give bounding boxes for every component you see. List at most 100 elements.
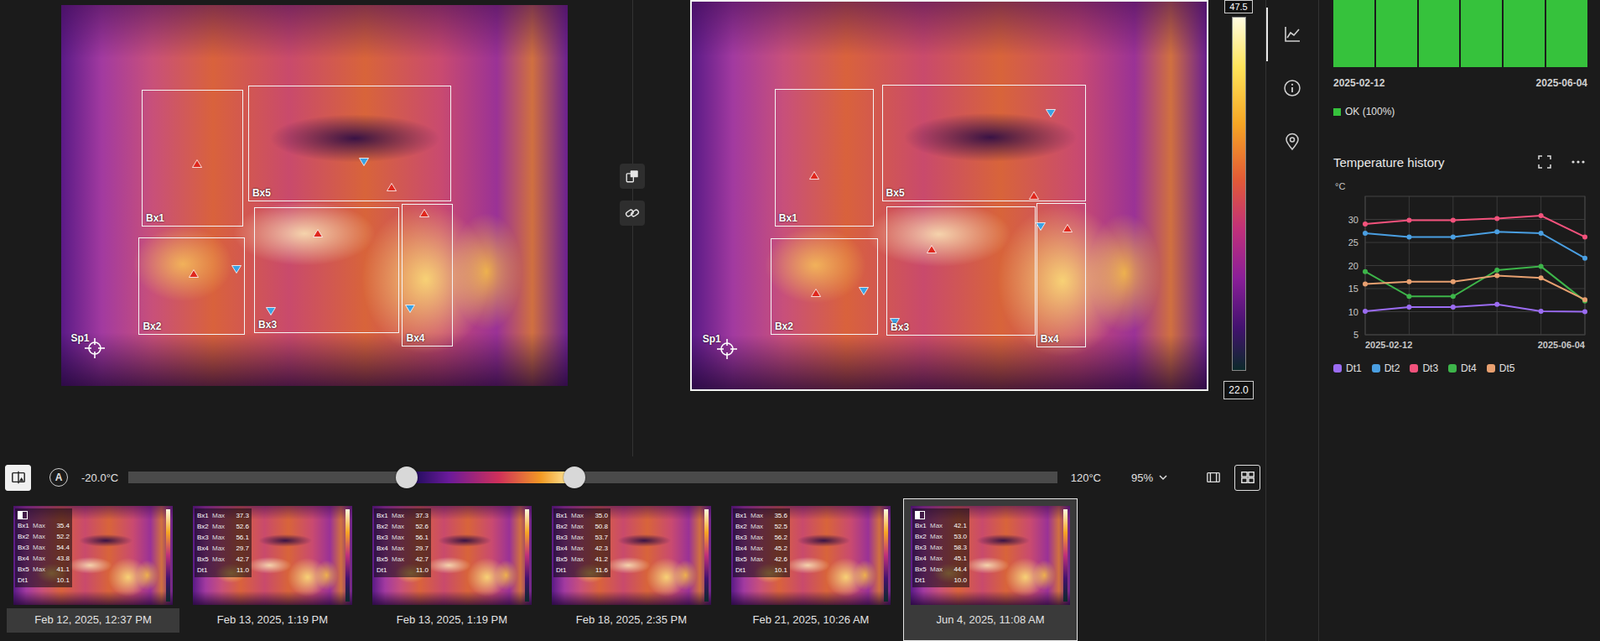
status-bar[interactable] [1503, 0, 1545, 68]
scale-bar [1231, 16, 1247, 371]
thumbnail[interactable]: Bx1Max42.1Bx2Max53.0Bx3Max58.3Bx4Max45.1… [903, 498, 1078, 641]
data-point[interactable] [1538, 212, 1544, 219]
data-point[interactable] [1362, 281, 1368, 287]
scale-min[interactable]: 22.0 [1223, 380, 1253, 400]
thumbnail[interactable]: Bx1Max37.3Bx2Max52.6Bx3Max56.1Bx4Max29.7… [364, 498, 540, 641]
series [1362, 273, 1588, 303]
thumbnail-image: Bx1Max35.0Bx2Max50.8Bx3Max53.7Bx4Max42.3… [551, 505, 712, 605]
nav-item[interactable] [1266, 114, 1319, 169]
frame-icon [1205, 469, 1221, 485]
data-point[interactable] [1362, 230, 1368, 236]
status-bar[interactable] [1546, 0, 1588, 68]
measure-spot[interactable]: Sp1 [716, 337, 738, 360]
data-point[interactable] [1450, 279, 1456, 285]
opacity-select[interactable]: 95% [1127, 467, 1172, 488]
status-slot [1333, 0, 1375, 68]
nav-item[interactable] [1266, 61, 1319, 115]
auto-range-button[interactable]: A [49, 467, 68, 487]
measure-box[interactable]: Bx2 [138, 237, 245, 335]
status-slot [1460, 0, 1502, 68]
measure-box[interactable]: Bx5 [248, 85, 452, 202]
thermal-image[interactable]: Bx1 Bx2Bx3Bx4 Bx5 Sp1 [690, 0, 1209, 391]
series-line [1365, 275, 1585, 301]
measure-row: Dt111.0 [376, 564, 429, 576]
measure-table: Bx1Max35.6Bx2Max52.5Bx3Max56.2Bx4Max45.2… [732, 508, 790, 577]
view-button[interactable] [1234, 464, 1261, 491]
measure-row: Bx2Max52.6 [376, 520, 429, 532]
compare-icon [17, 510, 28, 520]
data-point[interactable] [1362, 308, 1368, 314]
nav-item[interactable] [1266, 7, 1319, 62]
data-point[interactable] [1538, 230, 1544, 236]
thumbnail[interactable]: Bx1Max35.6Bx2Max52.5Bx3Max56.2Bx4Max45.2… [723, 498, 899, 641]
measure-box[interactable]: Bx1 [141, 89, 244, 227]
slider-low-thumb[interactable] [395, 466, 418, 489]
hot-marker-icon [1028, 191, 1039, 200]
measure-box[interactable]: Bx5 [882, 84, 1086, 202]
data-point[interactable] [1582, 255, 1588, 261]
box-label: Bx5 [886, 187, 905, 199]
data-point[interactable] [1494, 301, 1500, 307]
cold-marker-icon [1035, 222, 1046, 231]
measure-box[interactable]: Bx3 [254, 207, 400, 333]
data-point[interactable] [1406, 279, 1412, 285]
data-point[interactable] [1538, 308, 1544, 314]
scale-max[interactable]: 47.5 [1224, 0, 1252, 14]
compare-toggle[interactable] [5, 464, 32, 491]
legend-item[interactable]: Dt4 [1448, 362, 1477, 375]
thermal-image[interactable]: Bx1 Bx2Bx3Bx4Bx5 Sp1 [61, 5, 568, 386]
legend-item[interactable]: Dt5 [1486, 362, 1516, 375]
expand-button[interactable] [1535, 152, 1554, 172]
data-point[interactable] [1406, 304, 1412, 310]
data-point[interactable] [1450, 218, 1456, 224]
data-point[interactable] [1406, 233, 1412, 239]
measure-box[interactable]: Bx3 [886, 206, 1035, 336]
status-bar[interactable] [1418, 0, 1460, 68]
view-button[interactable] [1200, 464, 1226, 491]
measure-box[interactable]: Bx4 [1036, 202, 1086, 347]
thumbnail[interactable]: Bx1Max35.4Bx2Max52.2Bx3Max54.4Bx4Max43.8… [5, 498, 181, 641]
hot-marker-icon [809, 171, 820, 180]
more-button[interactable] [1568, 152, 1588, 172]
measure-box[interactable]: Bx1 [774, 88, 875, 227]
history-header: Temperature history [1333, 150, 1588, 173]
compare-marker [914, 509, 967, 520]
measure-box[interactable]: Bx4 [401, 203, 453, 346]
data-point[interactable] [1582, 233, 1588, 239]
measure-box[interactable]: Bx2 [770, 238, 878, 335]
data-point[interactable] [1494, 215, 1500, 221]
data-point[interactable] [1494, 228, 1500, 234]
data-point[interactable] [1538, 275, 1544, 281]
image-viewer: Bx1Bx2Bx3Bx4Bx5Sp1Bx1Bx2Bx3Bx4Bx5Sp147.5… [0, 0, 1266, 457]
box-label: Bx1 [145, 212, 165, 224]
data-point[interactable] [1538, 264, 1544, 270]
data-point[interactable] [1362, 221, 1368, 227]
measure-spot[interactable]: Sp1 [83, 337, 106, 359]
data-point[interactable] [1494, 267, 1500, 273]
export-button[interactable] [619, 163, 645, 189]
status-bar[interactable] [1376, 0, 1418, 68]
data-point[interactable] [1406, 293, 1412, 299]
measure-row: Bx1Max37.3 [376, 509, 429, 521]
mini-color-scale [345, 509, 350, 602]
thumbnail[interactable]: Bx1Max37.3Bx2Max52.6Bx3Max56.1Bx4Max29.7… [185, 498, 360, 641]
status-bar[interactable] [1333, 0, 1375, 68]
data-point[interactable] [1362, 269, 1368, 275]
axis-end: 2025-06-04 [1536, 77, 1588, 89]
range-min: -20.0°C [81, 471, 119, 484]
legend-item[interactable]: Dt2 [1371, 362, 1401, 375]
data-point[interactable] [1406, 218, 1412, 224]
range-slider[interactable] [128, 465, 1057, 489]
data-point[interactable] [1582, 296, 1588, 302]
legend-item[interactable]: Dt3 [1409, 362, 1439, 375]
data-point[interactable] [1582, 309, 1588, 315]
link-button[interactable] [619, 200, 645, 226]
data-point[interactable] [1450, 233, 1456, 239]
data-point[interactable] [1450, 293, 1456, 299]
data-point[interactable] [1450, 304, 1456, 310]
status-bar[interactable] [1460, 0, 1502, 68]
legend-item[interactable]: Dt1 [1333, 362, 1362, 375]
thumbnail[interactable]: Bx1Max35.0Bx2Max50.8Bx3Max53.7Bx4Max42.3… [544, 498, 719, 641]
slider-high-thumb[interactable] [563, 466, 586, 489]
data-point[interactable] [1494, 273, 1500, 279]
